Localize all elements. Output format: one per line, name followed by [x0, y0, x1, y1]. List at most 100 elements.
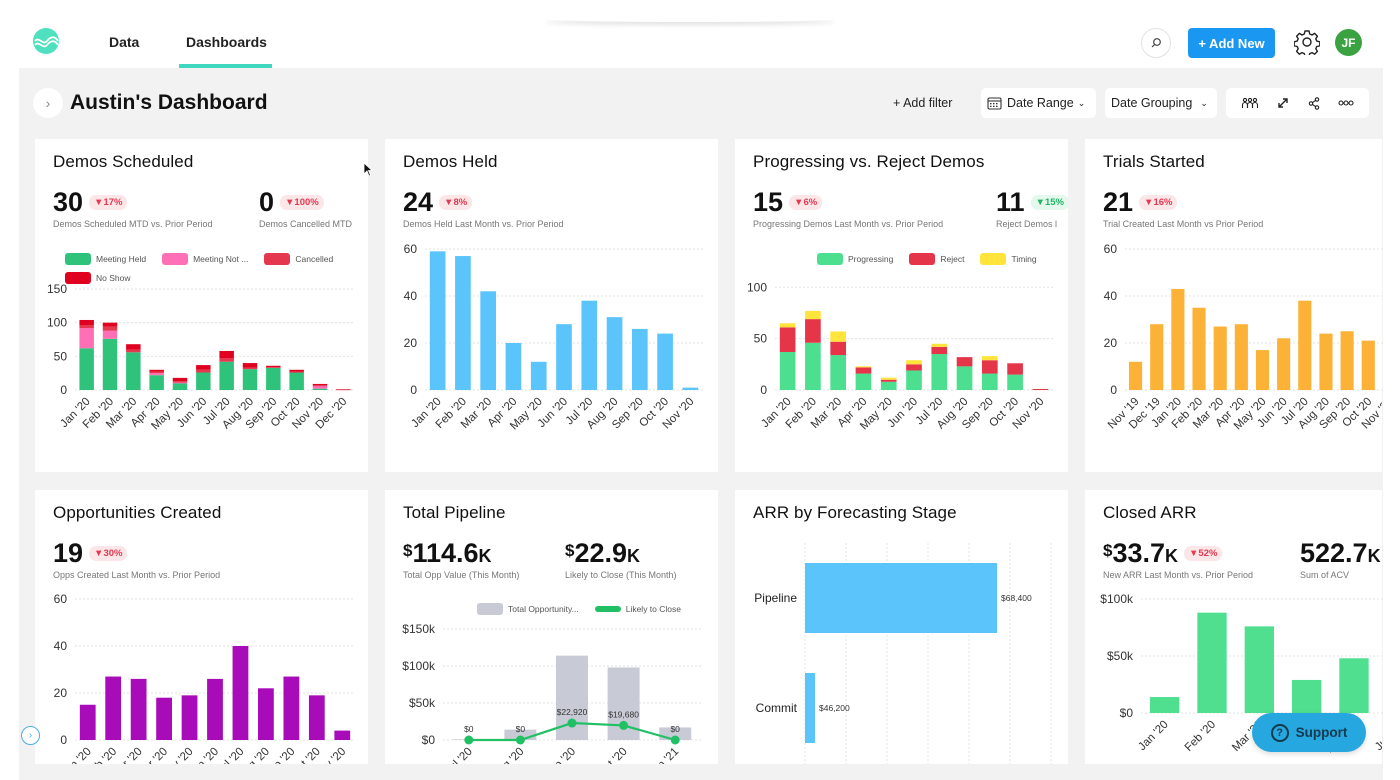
data-label: $0	[464, 724, 474, 734]
card-demos-held[interactable]: Demos Held 24 ▼8% Demos Held Last Month …	[385, 139, 718, 472]
card-arr-by-forecasting-stage[interactable]: ARR by Forecasting Stage Pipeline $68,400…	[735, 490, 1068, 764]
bar	[956, 357, 973, 367]
team-icon[interactable]	[1241, 97, 1259, 109]
bar	[606, 317, 623, 390]
card-total-pipeline[interactable]: Total Pipeline $114.6K Total Opp Value (…	[385, 490, 718, 764]
chevron-down-icon: ⌄	[1200, 97, 1208, 108]
expand-sidebar-button[interactable]: ›	[33, 88, 63, 118]
date-grouping-dropdown[interactable]: Date Grouping ⌄	[1105, 88, 1217, 118]
date-range-dropdown[interactable]: Date Range ⌄	[981, 88, 1096, 118]
bar	[880, 381, 897, 390]
amount: 522.7	[1300, 538, 1368, 568]
demos-held-chart: 0204060Jan '20Feb '20Mar '20Apr '20May '…	[404, 242, 703, 432]
total-pipeline-chart: $0 $50k $100k $150k Jul '20 Aug '20 Sep '20 Oct…	[402, 622, 701, 764]
bar	[931, 354, 948, 390]
legend-item[interactable]: Reject	[909, 249, 964, 268]
data-label: $68,400	[1001, 593, 1032, 603]
more-icon[interactable]	[1338, 100, 1354, 106]
progressing-reject-chart: 050100Jan '20Feb '20Mar '20Apr '20May '2…	[747, 280, 1053, 432]
bar	[283, 676, 300, 740]
card-opportunities-created[interactable]: Opportunities Created 19 ▼30% Opps Creat…	[35, 490, 368, 764]
kpi-trials: 21 ▼16%	[1103, 187, 1178, 218]
support-button[interactable]: ? Support	[1252, 713, 1366, 752]
bar	[805, 319, 821, 343]
legend-item[interactable]: Timing	[980, 249, 1037, 268]
top-shadow	[545, 16, 835, 22]
amount: 33.7	[1112, 538, 1166, 568]
bar	[906, 364, 922, 371]
bar	[505, 343, 522, 390]
bar	[102, 326, 118, 331]
legend-label: Meeting Not ...	[193, 253, 249, 264]
kpi-value: 19	[53, 538, 84, 568]
expand-icon[interactable]	[1277, 97, 1289, 109]
nav-tab-dashboards[interactable]: Dashboards	[186, 34, 267, 50]
bar	[149, 369, 164, 372]
legend-item[interactable]: Meeting Not ...	[162, 249, 248, 268]
bar	[196, 369, 211, 373]
chart-legend: Total Opportunity... Likely to Close	[477, 599, 718, 618]
legend-item[interactable]: Cancelled	[264, 249, 333, 268]
search-icon	[1151, 38, 1161, 48]
card-progressing-vs-reject[interactable]: Progressing vs. Reject Demos 15 ▼6% Prog…	[735, 139, 1068, 472]
kpi-value: 15	[753, 187, 784, 217]
app-logo[interactable]	[33, 28, 59, 54]
add-new-button[interactable]: + Add New	[1188, 28, 1275, 58]
bar	[1319, 333, 1333, 390]
bar	[1291, 679, 1322, 713]
nav-tab-data[interactable]: Data	[109, 34, 139, 50]
settings-button[interactable]	[1293, 29, 1321, 58]
card-title: Total Pipeline	[403, 503, 506, 522]
legend-swatch	[909, 252, 936, 265]
bar	[102, 330, 118, 339]
bar	[156, 697, 172, 740]
support-label: Support	[1295, 725, 1348, 740]
bar	[172, 377, 188, 382]
legend-item[interactable]: Meeting Held	[65, 249, 146, 268]
currency: $	[1103, 541, 1113, 560]
bar	[1129, 361, 1143, 390]
amount: 114.6	[412, 538, 479, 568]
change-badge: ▼16%	[1139, 195, 1178, 210]
chevron-down-icon: ⌄	[1077, 97, 1086, 108]
card-trials-started[interactable]: Trials Started 21 ▼16% Trial Created Las…	[1085, 139, 1382, 472]
legend-item[interactable]: Total Opportunity...	[477, 599, 579, 618]
legend-item[interactable]: Progressing	[817, 249, 893, 268]
x-tick-label: Jan '20	[59, 746, 93, 764]
unit: K	[478, 546, 492, 566]
chevron-right-icon: ›	[45, 95, 51, 111]
search-button[interactable]	[1141, 28, 1171, 58]
data-label: $22,920	[557, 707, 588, 717]
y-tick-label: 100	[47, 316, 67, 330]
add-filter-button[interactable]: + Add filter	[893, 96, 952, 110]
user-avatar[interactable]: JF	[1335, 29, 1362, 56]
bar	[102, 322, 118, 327]
line-point	[670, 735, 680, 745]
bar	[880, 377, 897, 380]
kpi-value: 522.7K	[1300, 538, 1381, 569]
change-badge: ▼30%	[89, 546, 128, 561]
y-tick-label: 0	[60, 383, 67, 397]
bar	[931, 343, 948, 347]
share-icon[interactable]	[1308, 96, 1320, 110]
bar	[779, 327, 796, 352]
legend-item[interactable]: Likely to Close	[594, 599, 681, 618]
bar	[242, 369, 258, 390]
card-title: Closed ARR	[1103, 503, 1197, 522]
legend-label: Likely to Close	[625, 603, 681, 614]
card-demos-scheduled[interactable]: Demos Scheduled 30 ▼17% Demos Scheduled …	[35, 139, 368, 472]
legend-swatch	[264, 252, 291, 265]
y-tick-label: $100k	[402, 659, 436, 673]
bar	[1340, 331, 1354, 390]
y-tick-label: 0	[410, 383, 417, 397]
kpi-value: 24	[403, 187, 434, 217]
bar	[455, 256, 471, 390]
bar	[1234, 324, 1248, 390]
legend-swatch	[594, 605, 621, 612]
side-panel-toggle[interactable]: ›	[21, 726, 40, 745]
bar	[805, 342, 821, 390]
bar	[956, 366, 973, 390]
data-label: $46,200	[819, 703, 850, 713]
kpi-demos-cancelled: 0 ▼100%	[259, 187, 324, 218]
bar	[149, 375, 164, 390]
